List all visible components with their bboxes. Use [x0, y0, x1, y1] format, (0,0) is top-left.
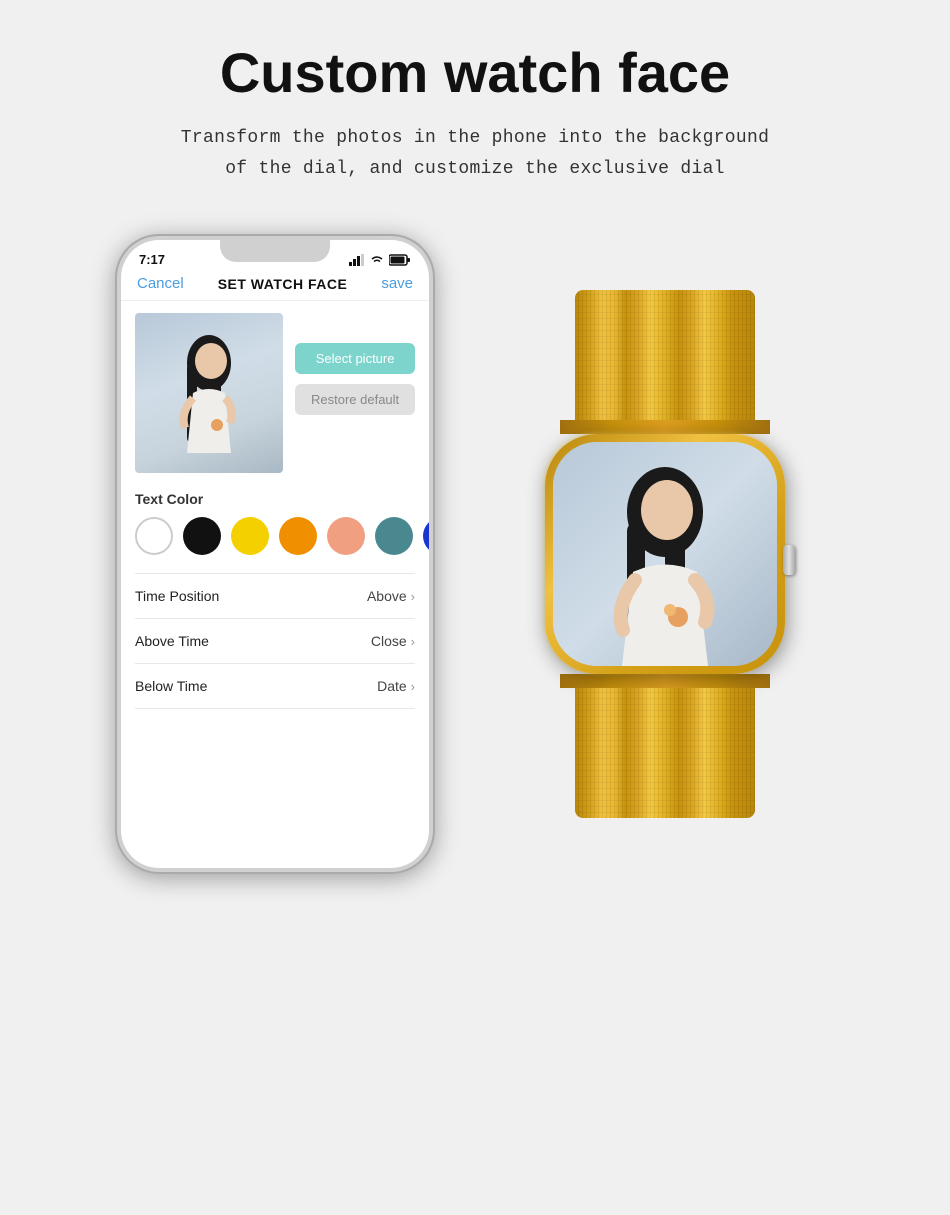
color-swatch-yellow[interactable] [231, 517, 269, 555]
below-time-label: Below Time [135, 678, 207, 694]
time-position-value: Above › [367, 588, 415, 604]
below-time-value: Date › [377, 678, 415, 694]
above-time-value: Close › [371, 633, 415, 649]
above-time-label: Above Time [135, 633, 209, 649]
color-swatch-teal[interactable] [375, 517, 413, 555]
above-time-chevron: › [411, 634, 415, 649]
save-button[interactable]: save [381, 275, 413, 292]
color-swatch-white[interactable] [135, 517, 173, 555]
phone-device: 7:17 [115, 234, 435, 874]
time-position-chevron: › [411, 589, 415, 604]
band-lines-top [575, 290, 755, 420]
settings-row-below-time[interactable]: Below Time Date › [135, 664, 415, 709]
phone-content: Select picture Restore default Text Colo… [121, 301, 429, 868]
watch-crown-button[interactable] [783, 545, 795, 575]
time-position-label: Time Position [135, 588, 219, 604]
time-position-text: Above [367, 588, 407, 604]
preview-person [135, 313, 283, 473]
app-header: Cancel SET WATCH FACE save [121, 271, 429, 301]
above-time-text: Close [371, 633, 407, 649]
watch-case [545, 434, 785, 674]
smartwatch-device [495, 290, 835, 818]
page-subtitle: Transform the photos in the phone into t… [181, 123, 769, 184]
battery-icon [389, 254, 411, 266]
cancel-button[interactable]: Cancel [137, 275, 184, 292]
watch-screen [553, 442, 777, 666]
color-swatch-orange[interactable] [279, 517, 317, 555]
below-time-text: Date [377, 678, 407, 694]
settings-row-time-position[interactable]: Time Position Above › [135, 574, 415, 619]
devices-row: 7:17 [30, 234, 920, 874]
color-swatches [135, 517, 415, 555]
below-time-chevron: › [411, 679, 415, 694]
preview-buttons: Select picture Restore default [295, 313, 415, 473]
band-connector-top [560, 420, 770, 434]
wifi-icon [369, 254, 385, 266]
watch-band-top [575, 290, 755, 420]
signal-icon [349, 254, 365, 266]
band-connector-bottom [560, 674, 770, 688]
watch-preview-area: Select picture Restore default [135, 313, 415, 473]
header-title: SET WATCH FACE [218, 276, 348, 292]
watch-screen-person [553, 442, 777, 666]
watch-band-bottom [575, 688, 755, 818]
restore-default-button[interactable]: Restore default [295, 384, 415, 415]
color-swatch-blue[interactable] [423, 517, 429, 555]
phone-screen: 7:17 [121, 240, 429, 868]
select-picture-button[interactable]: Select picture [295, 343, 415, 374]
watch-face-preview [135, 313, 283, 473]
color-swatch-salmon[interactable] [327, 517, 365, 555]
band-lines-bottom [575, 688, 755, 818]
status-icons [349, 254, 411, 266]
settings-row-above-time[interactable]: Above Time Close › [135, 619, 415, 664]
text-color-label: Text Color [135, 491, 415, 507]
phone-notch [220, 240, 330, 262]
status-time: 7:17 [139, 252, 165, 267]
page-title: Custom watch face [220, 40, 730, 105]
settings-list: Time Position Above › Above Time Close › [135, 573, 415, 709]
color-swatch-black[interactable] [183, 517, 221, 555]
